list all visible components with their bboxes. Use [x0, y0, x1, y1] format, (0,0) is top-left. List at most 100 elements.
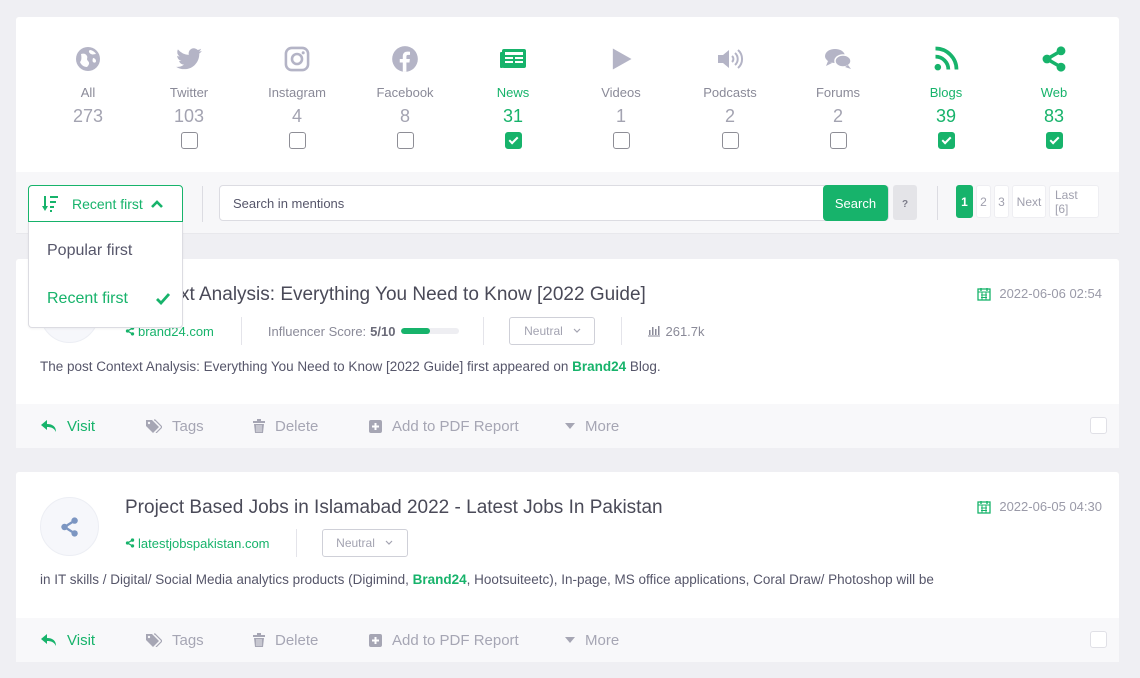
- pagination: 1 2 3 Next Last [6]: [956, 185, 1099, 218]
- delete-button[interactable]: Delete: [253, 632, 318, 649]
- visit-button[interactable]: Visit: [40, 418, 95, 435]
- search-input[interactable]: [220, 186, 810, 220]
- page-2[interactable]: 2: [976, 185, 991, 218]
- sentiment-value: Neutral: [336, 536, 375, 550]
- channel-filters: All 273 Twitter 103 Instagram 4 Facebook…: [16, 17, 1119, 172]
- check-icon: [156, 293, 170, 305]
- page-1[interactable]: 1: [956, 185, 973, 218]
- divider: [937, 186, 938, 220]
- calendar-icon: [977, 500, 991, 514]
- influencer-bar-fill: [401, 328, 431, 334]
- sort-label: Recent first: [72, 195, 143, 212]
- channel-label: Podcasts: [703, 85, 757, 100]
- date-text: 2022-06-06 02:54: [999, 286, 1102, 301]
- reach-value: 261.7k: [665, 323, 705, 339]
- channel-count: 1: [615, 106, 626, 126]
- tags-label: Tags: [172, 417, 204, 435]
- select-mention-checkbox[interactable]: [1090, 631, 1107, 648]
- page-last[interactable]: Last [6]: [1049, 185, 1099, 218]
- select-mention-checkbox[interactable]: [1090, 417, 1107, 434]
- channel-count: 8: [399, 106, 410, 126]
- channel-checkbox[interactable]: [505, 132, 522, 149]
- tags-button[interactable]: Tags: [145, 418, 204, 435]
- channel-checkbox[interactable]: [830, 132, 847, 149]
- sentiment-select[interactable]: Neutral: [509, 317, 596, 345]
- plus-square-icon: [369, 633, 382, 647]
- sort-dropdown-menu: Popular first Recent first: [28, 222, 183, 328]
- influencer-bar: [401, 328, 460, 334]
- pdf-label: Add to PDF Report: [392, 631, 519, 649]
- visit-label: Visit: [67, 417, 96, 435]
- filters-panel: All 273 Twitter 103 Instagram 4 Facebook…: [16, 17, 1119, 234]
- more-label: More: [585, 417, 620, 435]
- chevron-down-icon: [385, 540, 393, 545]
- sort-option-recent[interactable]: Recent first: [47, 290, 128, 308]
- search-help-button[interactable]: ?: [893, 185, 917, 220]
- channel-label: Web: [1040, 85, 1068, 100]
- page-next[interactable]: Next: [1012, 185, 1046, 218]
- more-label: More: [585, 631, 620, 649]
- sort-dropdown-button[interactable]: Recent first: [28, 185, 183, 222]
- sort-option-popular[interactable]: Popular first: [47, 242, 132, 260]
- calendar-icon: [977, 287, 991, 301]
- trash-icon: [253, 633, 265, 647]
- text-part: Blog.: [626, 359, 661, 374]
- sort-icon: [42, 195, 58, 212]
- channel-count: 4: [291, 106, 302, 126]
- visit-label: Visit: [67, 631, 96, 649]
- instagram-icon: [243, 44, 351, 74]
- channel-count: 2: [832, 106, 843, 126]
- channel-label: News: [496, 85, 530, 100]
- sentiment-select[interactable]: Neutral: [321, 529, 408, 557]
- channel-count: 273: [72, 106, 104, 126]
- channel-checkbox[interactable]: [289, 132, 306, 149]
- source-domain: latestjobspakistan.com: [138, 535, 270, 551]
- tags-button[interactable]: Tags: [145, 632, 204, 649]
- facebook-icon: [351, 44, 459, 74]
- divider: [202, 186, 203, 222]
- channel-checkbox[interactable]: [1046, 132, 1063, 149]
- more-button[interactable]: More: [565, 418, 619, 435]
- search-box: [219, 185, 889, 221]
- delete-label: Delete: [275, 631, 319, 649]
- share-icon: [60, 516, 78, 537]
- plus-square-icon: [369, 419, 382, 433]
- page-3[interactable]: 3: [994, 185, 1009, 218]
- channel-count: 39: [935, 106, 957, 126]
- mention-title[interactable]: Project Based Jobs in Islamabad 2022 - L…: [125, 497, 663, 519]
- channel-checkbox[interactable]: [722, 132, 739, 149]
- mention-title[interactable]: xt Analysis: Everything You Need to Know…: [180, 284, 646, 306]
- mention-source[interactable]: latestjobspakistan.com: [125, 536, 270, 551]
- mention-meta: brand24.com Influencer Score: 5/10 Neutr…: [125, 316, 705, 346]
- text-part: The post Context Analysis: Everything Yo…: [40, 359, 573, 374]
- visit-button[interactable]: Visit: [40, 632, 95, 649]
- add-to-pdf-button[interactable]: Add to PDF Report: [369, 418, 519, 435]
- divider: [483, 317, 485, 345]
- chevron-down-icon: [573, 328, 581, 333]
- channel-label: Facebook: [376, 85, 434, 100]
- bar-chart-icon: [648, 326, 661, 337]
- more-button[interactable]: More: [565, 632, 619, 649]
- text-part: in IT skills / Digital/ Social Media ana…: [40, 572, 413, 587]
- channel-checkbox[interactable]: [613, 132, 630, 149]
- delete-button[interactable]: Delete: [253, 418, 318, 435]
- add-to-pdf-button[interactable]: Add to PDF Report: [369, 632, 519, 649]
- channel-checkbox[interactable]: [181, 132, 198, 149]
- channel-label: Videos: [601, 85, 641, 100]
- channel-label: All: [80, 85, 96, 100]
- mention-card: Project Based Jobs in Islamabad 2022 - L…: [16, 472, 1119, 662]
- volume-icon: [676, 44, 784, 74]
- share-icon: [125, 538, 135, 548]
- channel-count: 83: [1043, 106, 1065, 126]
- sentiment-value: Neutral: [524, 324, 563, 338]
- reach: 261.7k: [647, 323, 705, 339]
- channel-label: Forums: [815, 85, 861, 100]
- globe-icon: [34, 44, 142, 74]
- channel-checkbox[interactable]: [397, 132, 414, 149]
- divider: [621, 317, 623, 345]
- tags-icon: [146, 419, 162, 433]
- influencer-value: 5/10: [370, 323, 396, 339]
- keyword-highlight: Brand24: [572, 359, 627, 374]
- channel-checkbox[interactable]: [938, 132, 955, 149]
- search-button[interactable]: Search: [823, 185, 888, 221]
